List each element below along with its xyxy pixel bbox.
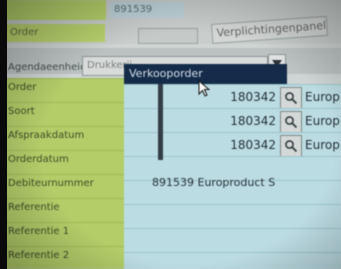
header-value-field[interactable]: 891539 <box>110 2 184 18</box>
form-area: 891539 Order Verplichtingenpanel Agendae… <box>6 0 341 269</box>
table-row: 180342 Europroduct <box>124 84 341 109</box>
table-row <box>124 228 341 253</box>
application-screen: 891539 Order Verplichtingenpanel Agendae… <box>0 0 341 269</box>
search-icon <box>285 116 298 129</box>
lookup-button[interactable] <box>280 87 302 109</box>
lookup-button[interactable] <box>280 111 302 133</box>
header-fragment-label: Order <box>6 24 105 42</box>
row-number: 180342 <box>230 114 276 128</box>
row-number: 180342 <box>230 138 276 152</box>
header-label-cell <box>6 0 106 20</box>
table-row <box>124 204 341 229</box>
monitor-bezel <box>0 0 7 269</box>
row-description: Europroduct <box>305 90 341 104</box>
header-strip: 891539 Order Verplichtingenpanel <box>6 0 341 44</box>
row-description: Europroduct <box>305 114 341 128</box>
lookup-button[interactable] <box>280 135 302 157</box>
product-line-text: 891539 Europroduct S <box>152 176 276 189</box>
tab-blank[interactable] <box>138 28 198 44</box>
search-icon <box>285 140 298 153</box>
row-description: Europroduct <box>305 138 341 152</box>
table-row: 180342 Europroduct <box>124 132 341 157</box>
lookup-column-divider <box>158 84 163 160</box>
agenda-field-label: Agendaeenheid: <box>8 62 90 73</box>
search-icon <box>285 92 298 105</box>
tab-verplichtingen[interactable]: Verplichtingenpanel <box>211 15 329 44</box>
table-row: 180342 Europroduct <box>124 108 341 133</box>
mouse-pointer-icon <box>198 80 211 97</box>
table-row <box>124 252 341 269</box>
